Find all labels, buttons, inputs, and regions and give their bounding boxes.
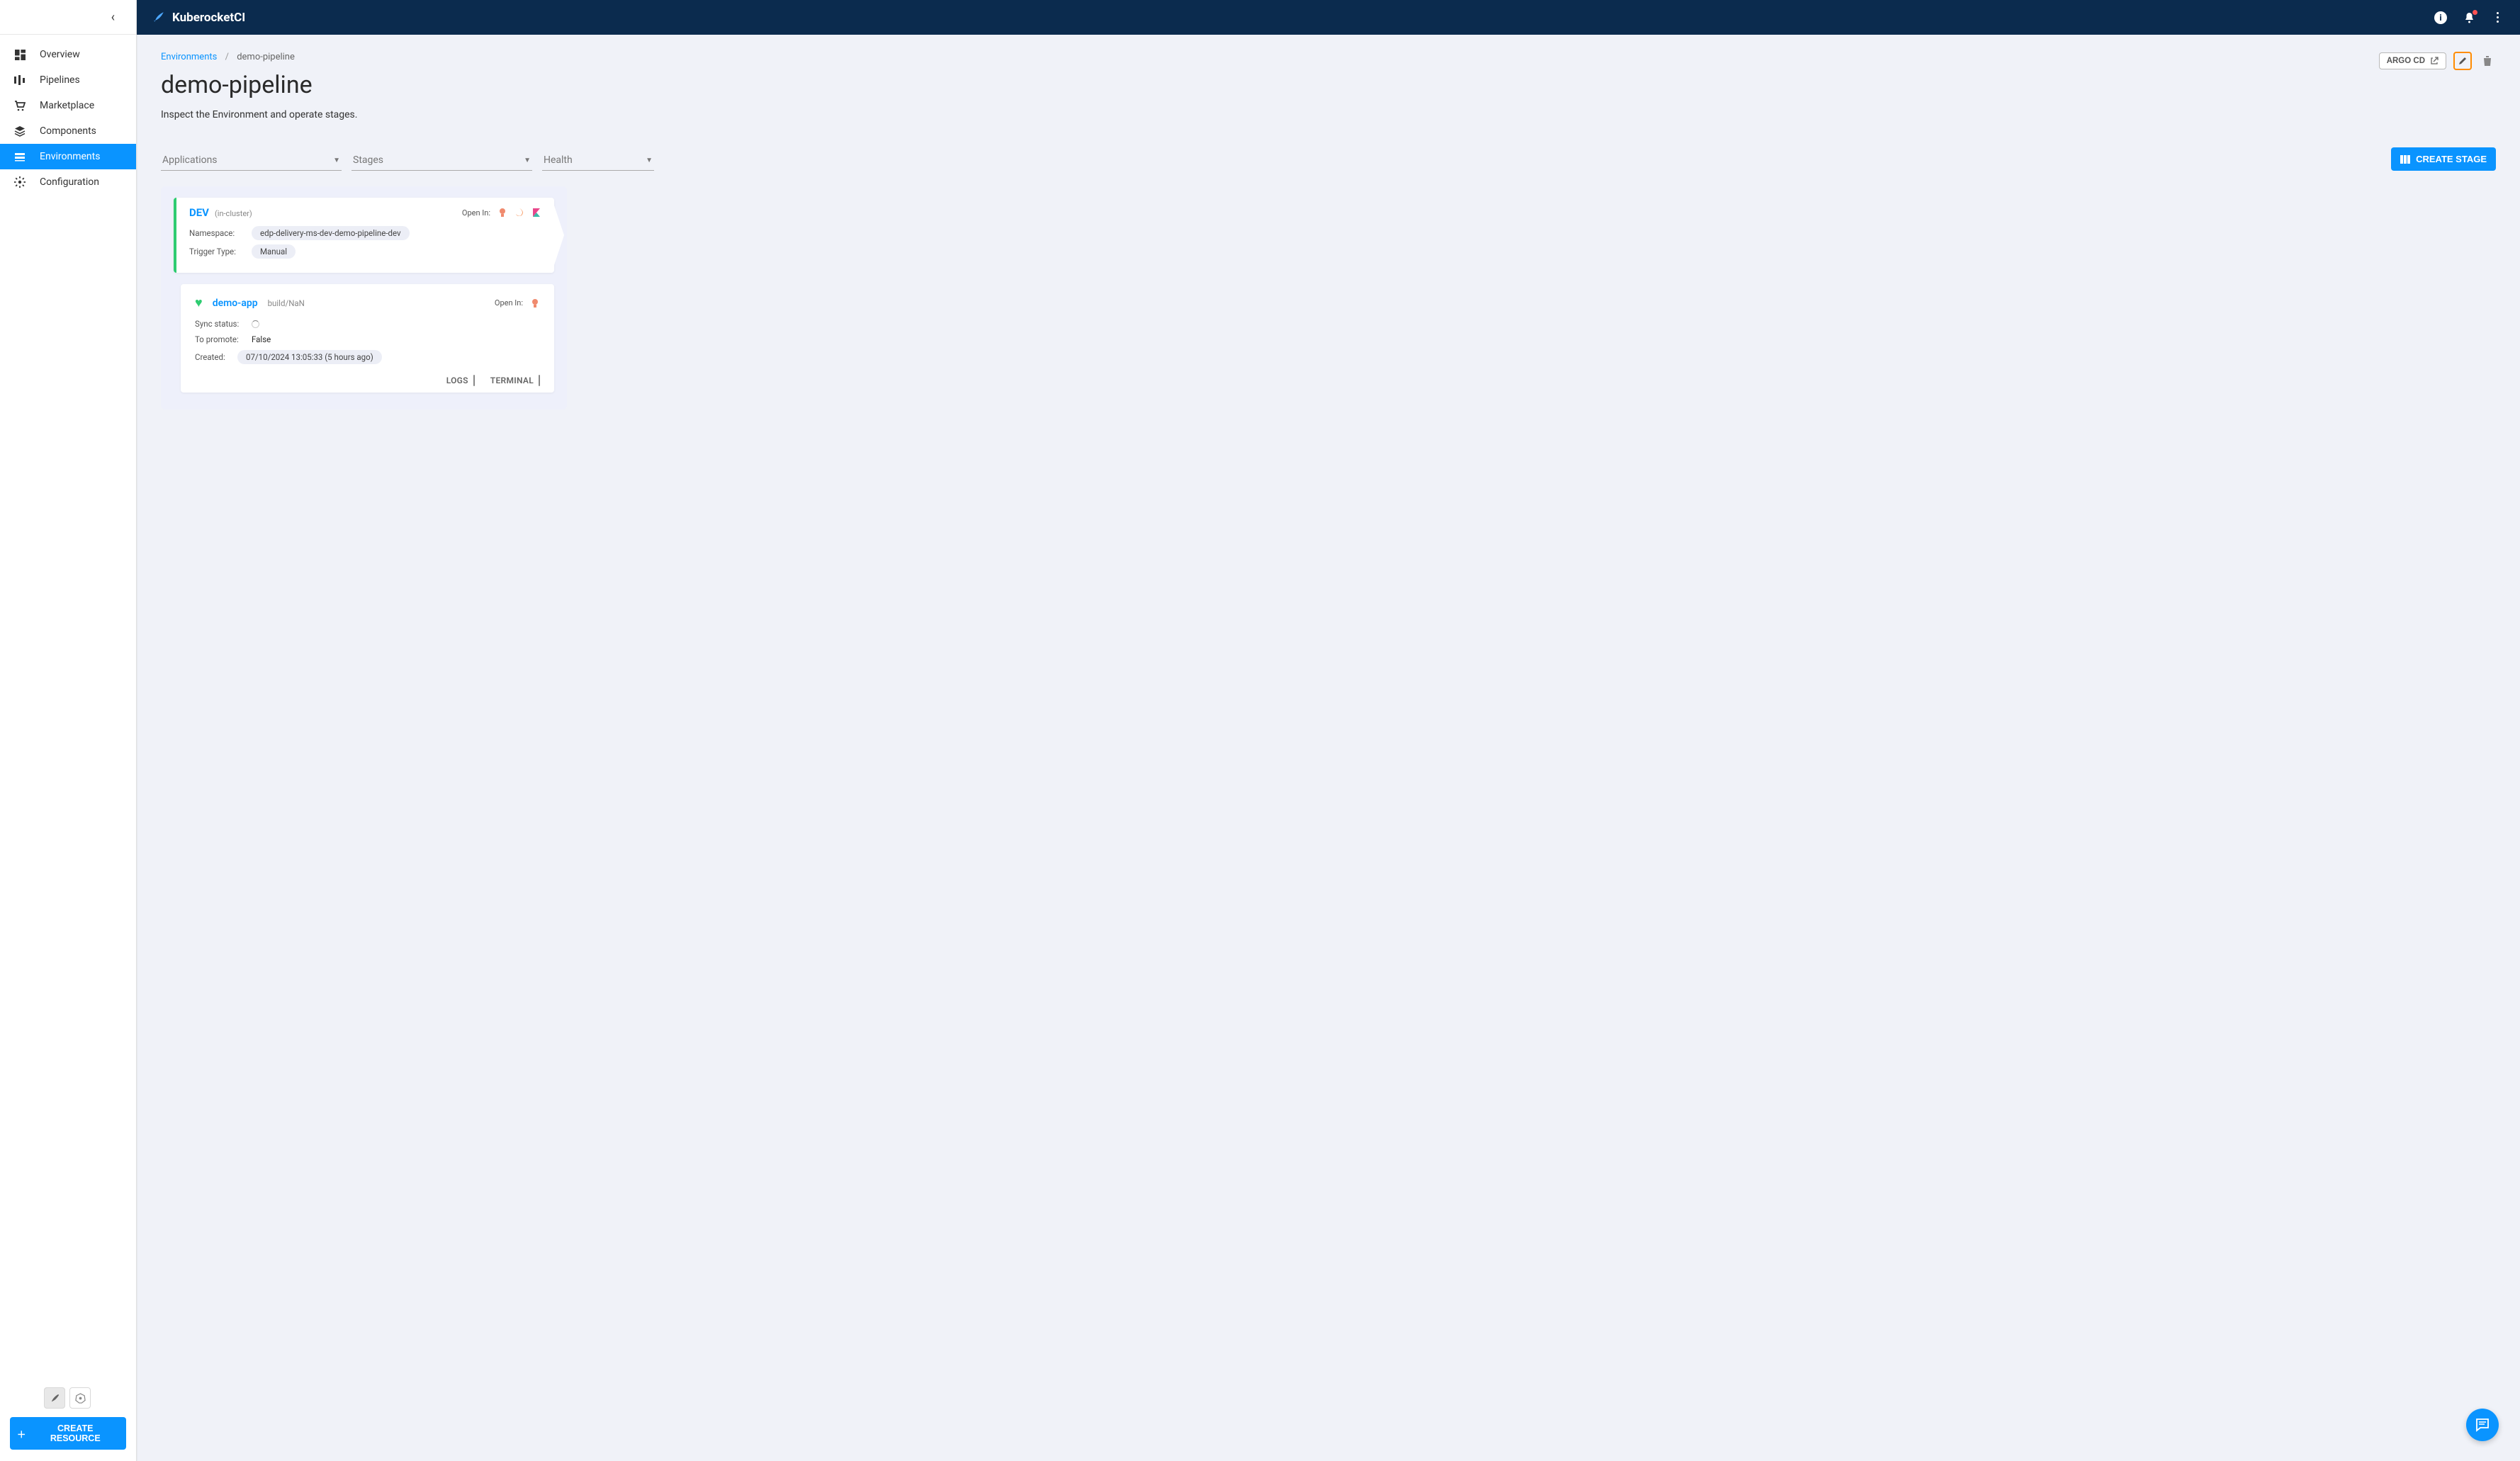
rocket-icon (152, 11, 165, 24)
breadcrumb-root[interactable]: Environments (161, 52, 217, 62)
logs-label: LOGS (446, 376, 468, 385)
delete-button[interactable] (2479, 52, 2496, 69)
sidebar-item-label: Components (40, 125, 96, 137)
open-in-label: Open In: (495, 298, 523, 308)
pipeline-icon (10, 75, 30, 85)
create-stage-label: CREATE STAGE (2416, 154, 2487, 164)
terminal-label: TERMINAL (490, 376, 534, 385)
spinner-icon (252, 320, 259, 328)
chevron-down-icon: ▼ (646, 157, 653, 164)
sidebar-bottom: ＋ CREATE RESOURCE (0, 1379, 136, 1461)
terminal-button[interactable]: TERMINAL (490, 376, 540, 385)
chat-icon (2475, 1417, 2490, 1433)
open-in-label: Open In: (462, 208, 490, 218)
health-filter-label: Health (544, 154, 573, 166)
sidebar-top: ‹ (0, 0, 136, 35)
page-title: demo-pipeline (161, 71, 357, 99)
create-stage-button[interactable]: CREATE STAGE (2391, 147, 2496, 171)
stage-card: DEV (in-cluster) Open In: Namespace: edp… (174, 198, 554, 273)
breadcrumb-current: demo-pipeline (237, 52, 295, 62)
heart-icon: ♥ (195, 295, 203, 310)
plus-icon: ＋ (17, 1427, 26, 1440)
namespace-label: Namespace: (189, 228, 244, 238)
namespace-value: edp-delivery-ms-dev-demo-pipeline-dev (252, 226, 410, 240)
sidebar-item-pipelines[interactable]: Pipelines (0, 67, 136, 93)
grafana-icon[interactable] (514, 208, 524, 218)
sidebar-item-label: Configuration (40, 176, 99, 188)
sidebar-collapse-icon[interactable]: ‹ (111, 10, 115, 25)
argo-icon[interactable] (530, 298, 540, 308)
logs-button[interactable]: LOGS (446, 376, 475, 385)
trigger-type-label: Trigger Type: (189, 247, 244, 256)
stage-name[interactable]: DEV (189, 206, 209, 219)
stage-panel: DEV (in-cluster) Open In: Namespace: edp… (161, 186, 567, 410)
chat-fab[interactable] (2466, 1409, 2499, 1441)
app-card: ♥ demo-app build/NaN Open In: Sync statu… (181, 284, 554, 393)
chevron-down-icon: ▼ (524, 157, 531, 164)
brand[interactable]: KuberocketCI (152, 11, 245, 25)
to-promote-label: To promote: (195, 334, 243, 344)
sidebar-nav: Overview Pipelines Marketplace Component… (0, 35, 136, 1379)
sidebar-item-label: Overview (40, 49, 80, 60)
sidebar: ‹ Overview Pipelines Marketplace Compone… (0, 0, 137, 1461)
app-build: build/NaN (268, 298, 305, 308)
sync-status-label: Sync status: (195, 319, 243, 329)
kibana-icon[interactable] (531, 208, 541, 218)
applications-filter[interactable]: Applications ▼ (161, 150, 342, 171)
chevron-down-icon: ▼ (333, 157, 340, 164)
topbar: KuberocketCI i (137, 0, 2520, 35)
health-filter[interactable]: Health ▼ (542, 150, 654, 171)
pencil-icon (2458, 56, 2468, 66)
sidebar-item-label: Environments (40, 151, 100, 162)
stack-icon (10, 152, 30, 162)
applications-filter-label: Applications (162, 154, 218, 166)
created-value: 07/10/2024 13:05:33 (5 hours ago) (237, 350, 382, 364)
sidebar-item-label: Marketplace (40, 100, 94, 111)
notification-dot (2473, 10, 2477, 15)
argo-cd-button[interactable]: ARGO CD (2379, 52, 2446, 69)
stages-filter-label: Stages (353, 154, 383, 166)
dashboard-icon (10, 50, 30, 60)
sidebar-item-environments[interactable]: Environments (0, 144, 136, 169)
logs-icon (473, 376, 475, 385)
kebab-icon (2497, 12, 2499, 23)
app-name[interactable]: demo-app (213, 298, 258, 309)
breadcrumb-separator: / (225, 52, 229, 62)
stages-filter[interactable]: Stages ▼ (351, 150, 532, 171)
info-button[interactable]: i (2434, 11, 2448, 25)
argo-icon[interactable] (497, 208, 507, 218)
create-resource-button[interactable]: ＋ CREATE RESOURCE (10, 1417, 126, 1450)
brush-button[interactable] (44, 1387, 65, 1409)
sidebar-item-configuration[interactable]: Configuration (0, 169, 136, 195)
created-label: Created: (195, 352, 229, 362)
stage-cluster: (in-cluster) (215, 209, 252, 218)
sidebar-item-overview[interactable]: Overview (0, 42, 136, 67)
page-description: Inspect the Environment and operate stag… (161, 109, 357, 120)
sidebar-item-components[interactable]: Components (0, 118, 136, 144)
breadcrumb: Environments / demo-pipeline (161, 52, 357, 62)
trigger-type-value: Manual (252, 244, 296, 259)
create-resource-label: CREATE RESOURCE (32, 1423, 119, 1443)
argo-cd-label: ARGO CD (2387, 57, 2425, 65)
columns-icon (2400, 155, 2410, 164)
info-icon: i (2434, 11, 2447, 24)
to-promote-value: False (252, 334, 271, 344)
sidebar-item-marketplace[interactable]: Marketplace (0, 93, 136, 118)
sidebar-item-label: Pipelines (40, 74, 80, 86)
k8s-button[interactable] (69, 1387, 91, 1409)
trash-icon (2482, 55, 2492, 67)
brand-label: KuberocketCI (172, 11, 245, 25)
content: Environments / demo-pipeline demo-pipeli… (137, 35, 2520, 1461)
terminal-icon (539, 376, 540, 385)
notifications-button[interactable] (2462, 11, 2476, 25)
cart-icon (10, 101, 30, 111)
more-menu-button[interactable] (2490, 11, 2504, 25)
gear-icon (10, 176, 30, 188)
layers-icon (10, 125, 30, 137)
external-link-icon (2430, 57, 2439, 65)
edit-button[interactable] (2453, 52, 2472, 70)
